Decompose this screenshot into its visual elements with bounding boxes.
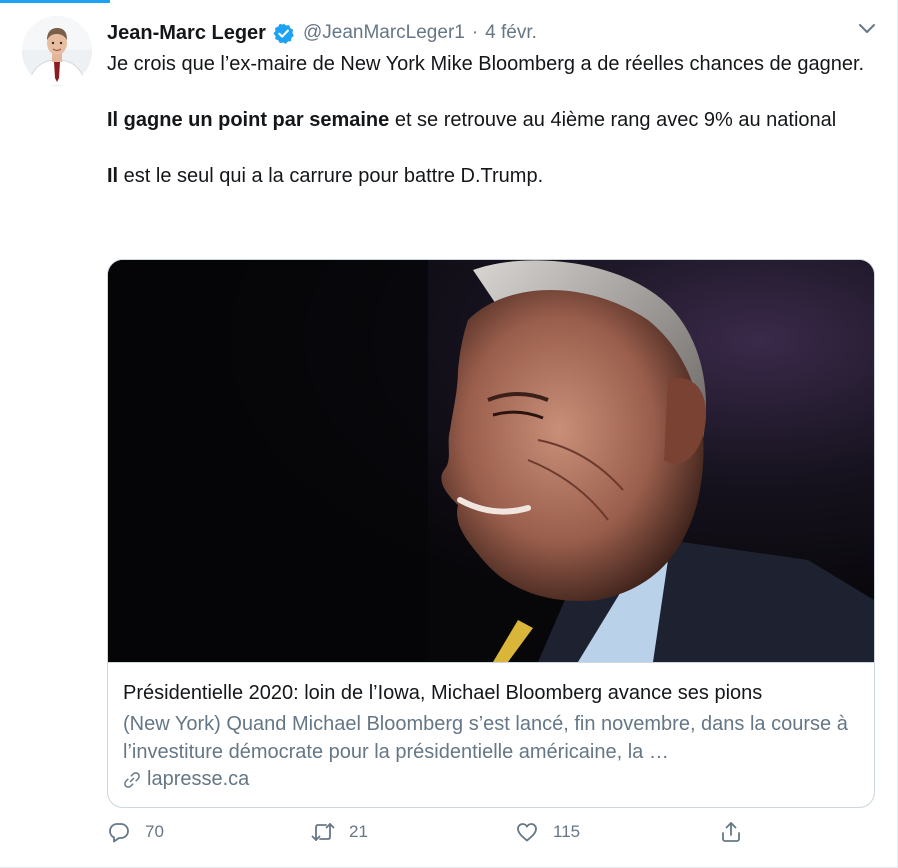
card-title[interactable]: Présidentielle 2020: loin de l’Iowa, Mic… bbox=[123, 680, 863, 706]
share-button[interactable] bbox=[719, 820, 743, 844]
retweet-icon bbox=[311, 823, 335, 841]
bold-text: Il gagne un point par semaine bbox=[107, 109, 390, 131]
like-icon bbox=[517, 823, 537, 842]
share-icon bbox=[722, 822, 740, 842]
card-divider bbox=[108, 662, 874, 663]
paragraph-text: et se retrouve au 4ième rang avec 9% au … bbox=[389, 109, 837, 131]
tweet-text: Je crois que l’ex-maire de New York Mike… bbox=[107, 50, 867, 190]
card-domain[interactable]: lapresse.ca bbox=[123, 768, 249, 791]
tweet-actions: 70 21 115 bbox=[107, 820, 867, 850]
reply-icon bbox=[109, 823, 129, 843]
tweet-header: Jean-Marc Leger @JeanMarcLeger1 · 4 févr… bbox=[107, 18, 537, 48]
card-image[interactable] bbox=[108, 260, 874, 662]
link-preview-card[interactable]: Présidentielle 2020: loin de l’Iowa, Mic… bbox=[107, 259, 875, 808]
author-handle[interactable]: @JeanMarcLeger1 bbox=[303, 22, 465, 44]
reply-count: 70 bbox=[145, 822, 164, 841]
portrait-photo bbox=[108, 260, 874, 662]
avatar-image bbox=[22, 16, 92, 86]
chevron-down-icon[interactable] bbox=[858, 22, 876, 36]
paragraph-text: est le seul qui a la carrure pour battre… bbox=[118, 165, 544, 187]
separator-dot: · bbox=[471, 22, 479, 43]
tweet-paragraph-1: Je crois que l’ex-maire de New York Mike… bbox=[107, 53, 865, 75]
bold-text: Il bbox=[107, 165, 119, 187]
tweet-paragraph-3: Il est le seul qui a la carrure pour bat… bbox=[107, 162, 867, 190]
tweet[interactable]: Jean-Marc Leger @JeanMarcLeger1 · 4 févr… bbox=[0, 0, 898, 868]
author-name[interactable]: Jean-Marc Leger bbox=[107, 22, 266, 45]
card-description: (New York) Quand Michael Bloomberg s’est… bbox=[123, 713, 848, 763]
retweet-button[interactable]: 21 bbox=[311, 820, 368, 844]
reply-button[interactable]: 70 bbox=[107, 820, 164, 844]
card-domain-text: lapresse.ca bbox=[147, 768, 250, 790]
like-button[interactable]: 115 bbox=[515, 820, 580, 844]
like-count: 115 bbox=[553, 822, 581, 841]
tweet-date[interactable]: 4 févr. bbox=[485, 22, 537, 44]
verified-badge-icon bbox=[273, 22, 294, 44]
tweet-paragraph-2: Il gagne un point par semaine et se retr… bbox=[107, 106, 867, 134]
avatar[interactable] bbox=[22, 16, 92, 86]
link-icon bbox=[124, 771, 140, 788]
retweet-count: 21 bbox=[349, 822, 368, 841]
